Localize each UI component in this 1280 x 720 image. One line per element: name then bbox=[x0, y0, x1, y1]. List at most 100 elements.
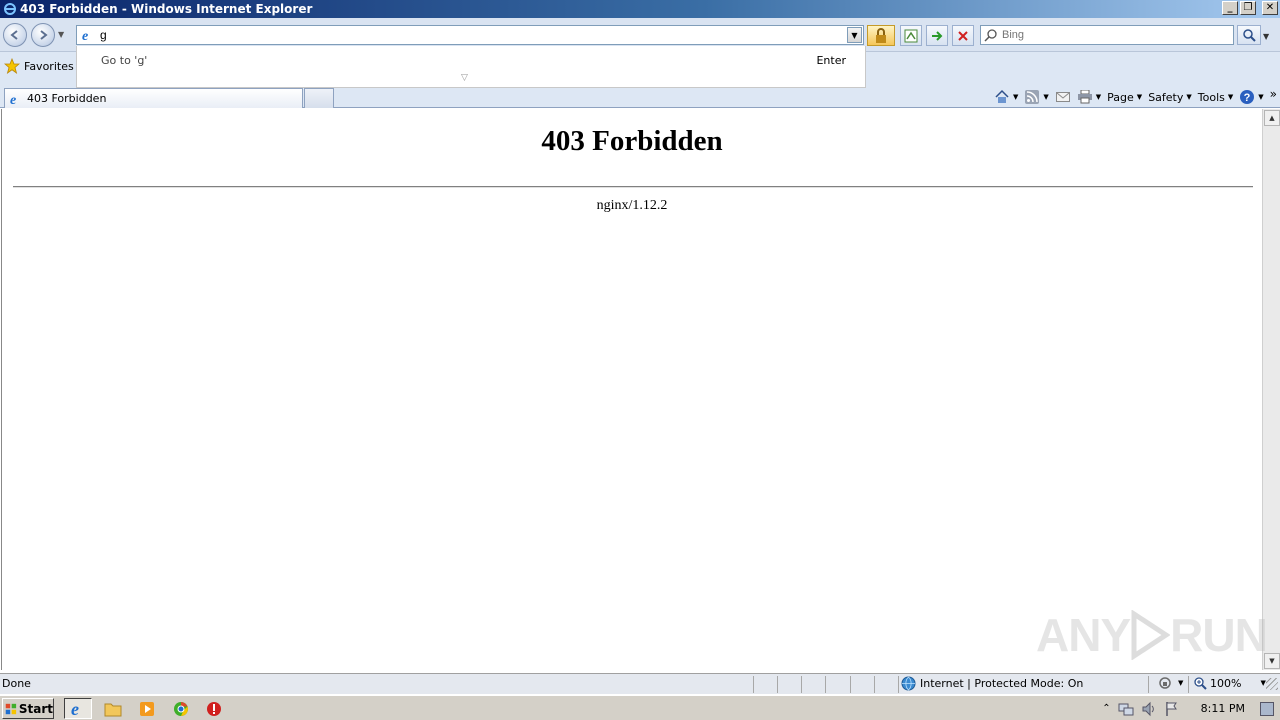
window-controls: _ ❐ ✕ bbox=[1222, 1, 1278, 15]
taskbar-security-button[interactable] bbox=[200, 698, 228, 719]
back-button[interactable] bbox=[3, 23, 27, 47]
page-menu[interactable]: Page ▼ bbox=[1104, 86, 1145, 108]
home-button[interactable]: ▼ bbox=[991, 86, 1021, 108]
play-triangle-icon bbox=[1131, 610, 1171, 660]
tab-ie-icon: e bbox=[10, 93, 16, 106]
address-bar[interactable]: e ▼ bbox=[76, 25, 864, 45]
address-input[interactable] bbox=[100, 27, 840, 43]
search-icon bbox=[984, 29, 997, 42]
protected-mode-button[interactable]: ▼ bbox=[1158, 676, 1183, 690]
globe-icon bbox=[901, 676, 916, 691]
history-dropdown-icon[interactable]: ▼ bbox=[58, 30, 64, 39]
go-button[interactable] bbox=[926, 25, 948, 46]
network-icon[interactable] bbox=[1118, 701, 1134, 717]
taskbar: Start e ⌃ 8:11 PM bbox=[0, 695, 1280, 720]
favorites-label: Favorites bbox=[24, 59, 74, 73]
show-hidden-icons-icon[interactable]: ⌃ bbox=[1102, 703, 1110, 714]
taskbar-explorer-button[interactable] bbox=[99, 698, 127, 719]
show-desktop-icon[interactable] bbox=[1260, 701, 1274, 716]
autocomplete-goto-item[interactable]: Go to 'g' bbox=[101, 54, 147, 67]
taskbar-clock[interactable]: 8:11 PM bbox=[1201, 702, 1245, 715]
folder-icon bbox=[104, 703, 122, 716]
page-menu-label: Page bbox=[1107, 90, 1134, 104]
media-player-icon bbox=[140, 701, 154, 716]
search-options-dropdown-icon[interactable]: ▼ bbox=[1263, 32, 1269, 41]
help-menu[interactable]: ? ▼ bbox=[1236, 86, 1266, 108]
status-bar: Done Internet | Protected Mode: On ▼ 100… bbox=[0, 673, 1280, 694]
page-heading: 403 Forbidden bbox=[541, 125, 723, 157]
safety-menu[interactable]: Safety ▼ bbox=[1145, 86, 1195, 108]
server-signature: nginx/1.12.2 bbox=[596, 198, 668, 213]
stop-button[interactable] bbox=[952, 25, 974, 46]
zoom-control[interactable]: 100% ▼ bbox=[1193, 676, 1266, 690]
expand-chevron-icon[interactable]: ▽ bbox=[461, 73, 468, 83]
help-icon: ? bbox=[1239, 89, 1255, 105]
tools-menu-label: Tools bbox=[1197, 90, 1225, 104]
ie-icon bbox=[2, 1, 18, 17]
arrow-right-icon bbox=[40, 30, 48, 40]
window-title: 403 Forbidden - Windows Internet Explore… bbox=[20, 2, 313, 16]
feeds-button[interactable]: ▼ bbox=[1021, 86, 1051, 108]
compatibility-icon bbox=[904, 29, 918, 42]
svg-text:e: e bbox=[10, 93, 16, 106]
system-tray: ⌃ 8:11 PM bbox=[1102, 698, 1280, 719]
watermark-right-text: RUN bbox=[1170, 609, 1268, 661]
taskbar-chrome-button[interactable] bbox=[167, 698, 195, 719]
minimize-button[interactable]: _ bbox=[1222, 1, 1238, 15]
internet-explorer-icon: e bbox=[71, 700, 79, 718]
windows-logo-icon bbox=[5, 703, 17, 714]
resize-grip[interactable] bbox=[1266, 678, 1278, 690]
page-ie-icon: e bbox=[80, 27, 96, 43]
read-mail-button[interactable] bbox=[1052, 86, 1074, 108]
zoom-level: 100% bbox=[1210, 676, 1242, 690]
command-bar: ▼ ▼ ▼ Page ▼ Safety ▼ Tools ▼ ? ▼ » bbox=[991, 86, 1280, 108]
close-button[interactable]: ✕ bbox=[1262, 1, 1278, 15]
svg-text:?: ? bbox=[1244, 92, 1251, 104]
lock-icon bbox=[876, 27, 886, 43]
home-icon bbox=[994, 89, 1010, 105]
go-arrow-icon bbox=[932, 30, 943, 41]
print-button[interactable]: ▼ bbox=[1074, 86, 1104, 108]
magnifier-icon bbox=[1243, 29, 1256, 42]
address-dropdown-button[interactable]: ▼ bbox=[847, 27, 862, 43]
anyrun-watermark-logo: ANY RUN bbox=[1036, 608, 1268, 662]
svg-text:e: e bbox=[71, 700, 79, 718]
rss-feed-icon bbox=[1024, 89, 1040, 105]
tab-label: 403 Forbidden bbox=[27, 92, 107, 105]
address-autocomplete-dropdown: Go to 'g' Enter ▽ bbox=[76, 46, 866, 88]
new-tab-button[interactable] bbox=[304, 88, 334, 108]
taskbar-ie-button[interactable]: e bbox=[64, 698, 92, 719]
chevron-down-icon: ▼ bbox=[851, 30, 858, 40]
search-box[interactable] bbox=[980, 25, 1234, 45]
zone-label: Internet | Protected Mode: On bbox=[920, 677, 1084, 690]
security-zone[interactable]: Internet | Protected Mode: On bbox=[901, 676, 1083, 691]
taskbar-media-player-button[interactable] bbox=[133, 698, 161, 719]
tab-403-forbidden[interactable]: e 403 Forbidden bbox=[4, 88, 303, 108]
security-lock-button[interactable] bbox=[867, 25, 895, 46]
start-label: Start bbox=[18, 701, 53, 716]
search-input[interactable] bbox=[1002, 29, 1222, 41]
arrow-left-icon bbox=[10, 30, 18, 40]
volume-icon[interactable] bbox=[1141, 701, 1157, 717]
more-commands-button[interactable]: » bbox=[1267, 83, 1280, 105]
start-button[interactable]: Start bbox=[2, 698, 54, 719]
vertical-scrollbar[interactable]: ▲ ▼ bbox=[1262, 109, 1280, 670]
forward-button[interactable] bbox=[31, 23, 55, 47]
protected-mode-icon bbox=[1159, 677, 1171, 689]
favorites-button[interactable]: Favorites bbox=[4, 58, 74, 74]
restore-button[interactable]: ❐ bbox=[1240, 1, 1256, 15]
page-content: 403 Forbidden nginx/1.12.2 bbox=[1, 109, 1261, 670]
action-center-flag-icon[interactable] bbox=[1164, 701, 1180, 717]
mail-icon bbox=[1055, 89, 1071, 105]
stop-x-icon bbox=[958, 30, 968, 41]
horizontal-rule bbox=[13, 186, 1253, 188]
tools-menu[interactable]: Tools ▼ bbox=[1195, 86, 1237, 108]
compatibility-view-button[interactable] bbox=[900, 25, 922, 46]
search-button[interactable] bbox=[1237, 25, 1261, 45]
chrome-icon bbox=[174, 701, 188, 716]
title-bar: 403 Forbidden - Windows Internet Explore… bbox=[0, 0, 1280, 18]
scroll-up-button[interactable]: ▲ bbox=[1264, 110, 1280, 126]
watermark-left-text: ANY bbox=[1036, 609, 1131, 661]
svg-text:e: e bbox=[82, 29, 88, 42]
tab-row: e 403 Forbidden ▼ ▼ ▼ Page ▼ Safety ▼ To… bbox=[0, 86, 1280, 108]
